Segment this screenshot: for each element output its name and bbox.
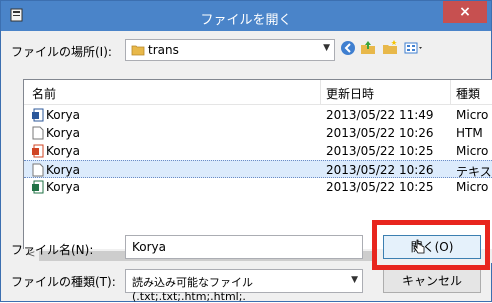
chevron-down-icon: ▼ — [351, 275, 358, 285]
cancel-button[interactable]: キャンセル — [383, 269, 481, 293]
file-date: 2013/05/22 10:26 — [326, 126, 434, 140]
text-file-icon — [32, 163, 44, 177]
folder-icon — [131, 45, 145, 56]
file-name: Korya — [46, 126, 81, 140]
column-modified[interactable]: 更新日時 — [326, 85, 374, 102]
filetype-combo[interactable]: 読み込み可能なファイル(.txt;.txt;.htm;.html;. ▼ — [125, 269, 363, 303]
file-row-selected[interactable]: Korya 2013/05/22 10:26 テキス — [24, 160, 492, 179]
file-type: HTM — [456, 126, 483, 140]
column-name[interactable]: 名前 — [32, 85, 56, 102]
column-type[interactable]: 種類 — [456, 85, 480, 102]
cancel-button-label: キャンセル — [401, 274, 462, 288]
new-folder-icon[interactable] — [381, 39, 399, 57]
file-row[interactable]: Korya 2013/05/22 10:25 Micro — [24, 178, 492, 196]
back-icon[interactable] — [339, 39, 357, 57]
list-header: 名前 ^ 更新日時 種類 — [24, 80, 492, 105]
filename-label: ファイル名(N): — [11, 243, 94, 257]
file-type: Micro — [456, 108, 489, 122]
column-divider[interactable] — [320, 80, 321, 104]
file-row[interactable]: Korya 2013/05/22 11:49 Micro — [24, 106, 492, 124]
file-date: 2013/05/22 10:25 — [326, 144, 434, 158]
chevron-down-icon: ▼ — [323, 43, 330, 53]
up-folder-icon[interactable] — [359, 39, 377, 57]
file-row[interactable]: Korya 2013/05/22 10:25 Micro — [24, 142, 492, 160]
file-type: Micro — [456, 144, 489, 158]
file-name: Korya — [46, 163, 81, 177]
file-name: Korya — [46, 180, 81, 194]
title-bar: ファイルを開く × — [1, 1, 491, 31]
view-menu-icon[interactable] — [403, 39, 425, 57]
file-row[interactable]: Korya 2013/05/22 10:26 HTM — [24, 124, 492, 142]
sort-arrow-icon: ^ — [182, 79, 190, 87]
excel-icon — [32, 180, 44, 194]
column-divider[interactable] — [450, 80, 451, 104]
highlight-box — [372, 220, 490, 270]
location-label: ファイルの場所(I): — [11, 45, 112, 59]
file-date: 2013/05/22 11:49 — [326, 108, 434, 122]
window-title: ファイルを開く — [200, 13, 292, 28]
location-value: trans — [148, 43, 179, 57]
filetype-label: ファイルの種類(T): — [11, 275, 116, 289]
close-button[interactable]: × — [443, 1, 487, 23]
word-doc-icon — [32, 108, 44, 122]
file-type: Micro — [456, 180, 489, 194]
file-name: Korya — [46, 108, 81, 122]
file-date: 2013/05/22 10:26 — [326, 163, 434, 177]
file-date: 2013/05/22 10:25 — [326, 180, 434, 194]
file-name: Korya — [46, 144, 81, 158]
filename-input[interactable]: Korya — [125, 235, 363, 259]
location-combo[interactable]: trans ▼ — [125, 39, 335, 61]
blank-file-icon — [32, 126, 44, 140]
filetype-value: 読み込み可能なファイル(.txt;.txt;.htm;.html;. — [132, 276, 253, 303]
powerpoint-icon — [32, 144, 44, 158]
filename-value: Korya — [132, 240, 167, 254]
